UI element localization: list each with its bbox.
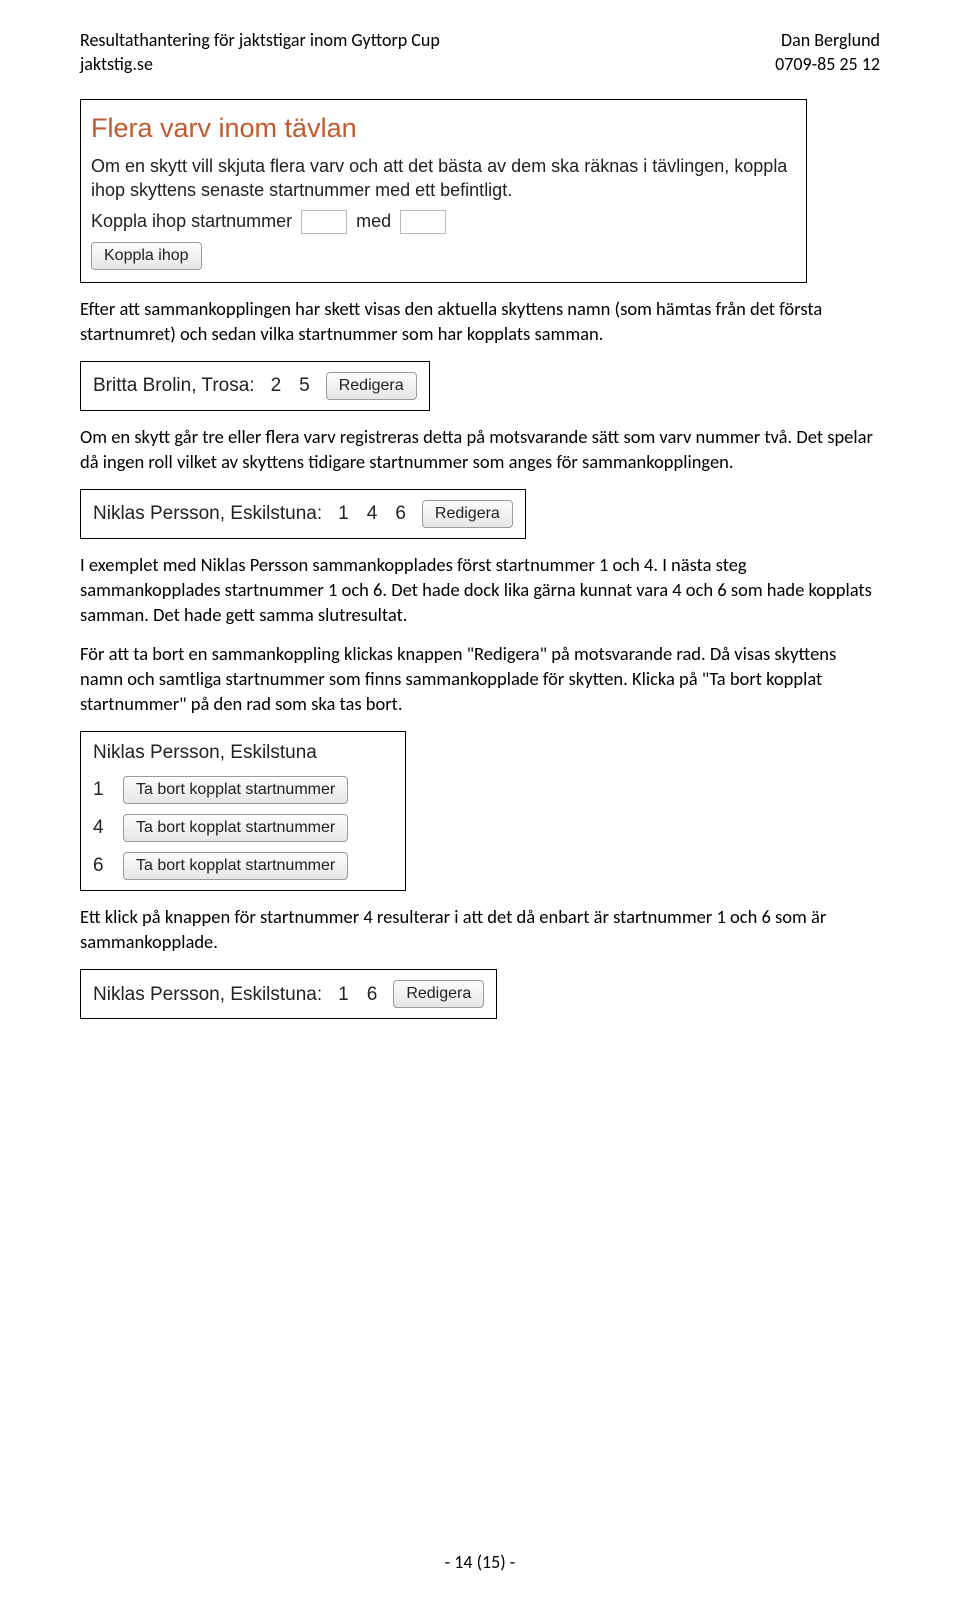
linked-row-3: Niklas Persson, Eskilstuna: 1 6 Redigera: [80, 969, 497, 1019]
header-right-2: 0709-85 25 12: [775, 52, 880, 76]
remove-button[interactable]: Ta bort kopplat startnummer: [123, 776, 348, 804]
paragraph-3: I exemplet med Niklas Persson sammankopp…: [80, 553, 880, 628]
header-left-1: Resultathantering för jaktstigar inom Gy…: [80, 28, 440, 52]
header-right-1: Dan Berglund: [781, 28, 880, 52]
startnumber-input-2[interactable]: [400, 210, 446, 234]
remove-row: 1 Ta bort kopplat startnummer: [93, 776, 393, 804]
link-input-line: Koppla ihop startnummer med: [91, 209, 796, 234]
linked-num: 5: [299, 373, 310, 399]
header-left-2: jaktstig.se: [80, 52, 153, 76]
panel-description: Om en skytt vill skjuta flera varv och a…: [91, 154, 796, 203]
link-button[interactable]: Koppla ihop: [91, 242, 202, 270]
remove-button[interactable]: Ta bort kopplat startnummer: [123, 852, 348, 880]
remove-num: 1: [93, 777, 107, 803]
linked-num: 1: [338, 501, 349, 527]
remove-num: 6: [93, 853, 107, 879]
remove-num: 4: [93, 815, 107, 841]
label-mid: med: [356, 211, 391, 231]
remove-row: 4 Ta bort kopplat startnummer: [93, 814, 393, 842]
link-startnumber-panel: Flera varv inom tävlan Om en skytt vill …: [80, 99, 807, 283]
panel-title: Flera varv inom tävlan: [91, 110, 796, 146]
linked-num: 2: [271, 373, 282, 399]
remove-link-panel: Niklas Persson, Eskilstuna 1 Ta bort kop…: [80, 731, 406, 891]
edit-button-1[interactable]: Redigera: [326, 372, 417, 400]
linked-num: 4: [367, 501, 378, 527]
linked-name-3: Niklas Persson, Eskilstuna:: [93, 982, 322, 1008]
edit-button-3[interactable]: Redigera: [393, 980, 484, 1008]
remove-panel-title: Niklas Persson, Eskilstuna: [93, 740, 393, 766]
page-header: Resultathantering för jaktstigar inom Gy…: [80, 28, 880, 77]
linked-num: 6: [367, 982, 378, 1008]
remove-button[interactable]: Ta bort kopplat startnummer: [123, 814, 348, 842]
remove-row: 6 Ta bort kopplat startnummer: [93, 852, 393, 880]
paragraph-1: Efter att sammankopplingen har skett vis…: [80, 297, 880, 347]
linked-row-2: Niklas Persson, Eskilstuna: 1 4 6 Redige…: [80, 489, 526, 539]
paragraph-4: För att ta bort en sammankoppling klicka…: [80, 642, 880, 717]
linked-row-1: Britta Brolin, Trosa: 2 5 Redigera: [80, 361, 430, 411]
startnumber-input-1[interactable]: [301, 210, 347, 234]
paragraph-5: Ett klick på knappen för startnummer 4 r…: [80, 905, 880, 955]
page-footer: - 14 (15) -: [0, 1550, 960, 1574]
edit-button-2[interactable]: Redigera: [422, 500, 513, 528]
linked-num: 6: [395, 501, 406, 527]
linked-name-1: Britta Brolin, Trosa:: [93, 373, 255, 399]
linked-num: 1: [338, 982, 349, 1008]
label-prefix: Koppla ihop startnummer: [91, 211, 292, 231]
linked-name-2: Niklas Persson, Eskilstuna:: [93, 501, 322, 527]
paragraph-2: Om en skytt går tre eller flera varv reg…: [80, 425, 880, 475]
